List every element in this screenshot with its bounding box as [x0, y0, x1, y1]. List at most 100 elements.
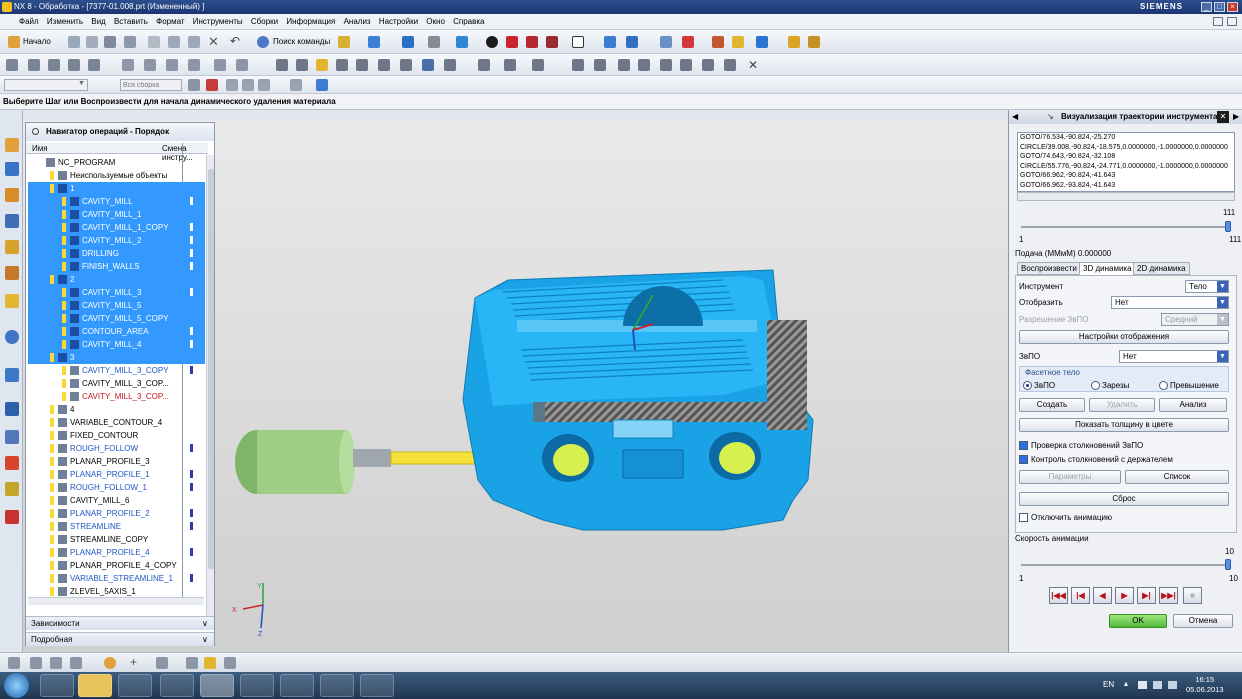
tray-arrow-icon[interactable]: ▴ [1124, 679, 1128, 688]
cls-listing[interactable]: GOTO/76.534,-90.824,-25.270 CIRCLE/39.008… [1017, 132, 1235, 192]
menu-item-window[interactable]: Окно [423, 14, 448, 30]
sheet-icon[interactable] [660, 36, 672, 48]
render-style-icon[interactable] [428, 36, 440, 48]
point-icon[interactable]: + [130, 655, 137, 669]
cls-line[interactable]: GOTO/66.962,-90.824,-41.643 [1020, 171, 1234, 181]
roles-icon[interactable] [5, 430, 19, 444]
create-geometry-icon[interactable] [48, 59, 60, 71]
feature-process-icon[interactable] [638, 59, 650, 71]
cls-line[interactable]: GOTO/66.962,-93.824,-41.643 [1020, 181, 1234, 191]
show-hide-icon[interactable] [756, 36, 768, 48]
snap-mid-icon[interactable] [242, 79, 254, 91]
navigator-row[interactable]: CAVITY_MILL_1 [28, 208, 205, 221]
wcs-icon[interactable] [626, 36, 638, 48]
clip-icon[interactable] [546, 36, 558, 48]
chevron-down-icon[interactable]: ∨ [202, 633, 208, 647]
tray-flag-icon[interactable] [1138, 681, 1147, 689]
assembly-filter-input[interactable] [120, 79, 182, 91]
background-icon[interactable] [572, 36, 584, 48]
taskbar-explorer-icon[interactable] [78, 674, 112, 697]
navigator-row[interactable]: VARIABLE_CONTOUR_4 [28, 416, 205, 429]
taskbar-media-icon[interactable] [118, 674, 152, 697]
red-cube-icon[interactable] [506, 36, 518, 48]
navigator-row[interactable]: Неиспользуемые объекты [28, 169, 205, 182]
navigator-row[interactable]: NC_PROGRAM [28, 156, 205, 169]
menu-item-help[interactable]: Справка [450, 14, 487, 30]
tool-select[interactable]: Тело ▼ [1185, 280, 1229, 293]
csys-icon[interactable] [186, 657, 198, 669]
taskbar-nx-icon[interactable] [200, 674, 234, 697]
fast-forward-icon[interactable]: ▶▶| [1159, 587, 1178, 604]
snap-view-icon[interactable] [338, 36, 350, 48]
post-process-icon[interactable] [336, 59, 348, 71]
language-indicator[interactable]: EN [1103, 680, 1114, 689]
filter-reset-icon[interactable] [188, 79, 200, 91]
chevron-down-icon[interactable]: ▼ [1217, 281, 1228, 292]
taskbar-ie-icon[interactable] [40, 674, 74, 697]
history-icon[interactable] [5, 368, 19, 382]
pin-icon[interactable] [32, 128, 39, 135]
shaded-icon[interactable] [456, 36, 468, 48]
extrude-icon[interactable] [204, 657, 216, 669]
navigator-row[interactable]: PLANAR_PROFILE_3 [28, 455, 205, 468]
select-icon[interactable] [368, 36, 380, 48]
machine-tool-icon[interactable] [144, 59, 156, 71]
operation-navigator-icon[interactable] [5, 162, 19, 176]
forward-arrow-icon[interactable]: ▶ [1233, 110, 1239, 124]
hd3d-tools-icon[interactable] [5, 266, 19, 280]
play-backward-icon[interactable]: ◀ [1093, 587, 1112, 604]
navigator-row[interactable]: CAVITY_MILL_3_COP... [28, 377, 205, 390]
start-icon[interactable] [8, 36, 20, 48]
cancel-button[interactable]: Отмена [1173, 614, 1233, 628]
menu-item-information[interactable]: Информация [283, 14, 338, 30]
chevron-down-icon[interactable]: ▼ [1217, 297, 1228, 308]
navigator-row[interactable]: ROUGH_FOLLOW [28, 442, 205, 455]
copy-icon[interactable] [168, 36, 180, 48]
verify-path-icon[interactable] [276, 59, 288, 71]
maximize-icon[interactable]: □ [1214, 2, 1225, 12]
navigator-row[interactable]: PLANAR_PROFILE_2 [28, 507, 205, 520]
system-scenes-icon[interactable] [5, 456, 19, 470]
create-method-icon[interactable] [68, 59, 80, 71]
navigator-row[interactable]: DRILLING [28, 247, 205, 260]
create-program-icon[interactable] [6, 59, 18, 71]
paste-icon[interactable] [188, 36, 200, 48]
geometry-view-icon[interactable] [166, 59, 178, 71]
navigator-row[interactable]: CAVITY_MILL_1_COPY [28, 221, 205, 234]
navigator-row[interactable]: CAVITY_MILL_2 [28, 234, 205, 247]
navigator-row[interactable]: CONTOUR_AREA [28, 325, 205, 338]
step-back-icon[interactable]: |◀ [1071, 587, 1090, 604]
menu-item-view[interactable]: Вид [88, 14, 108, 30]
cls-line[interactable]: CIRCLE/39.008,-90.824,-18.575,0.0000000,… [1020, 143, 1234, 153]
hole-icon[interactable] [50, 657, 62, 669]
navigator-row[interactable]: 3 [28, 351, 205, 364]
assembly-icon[interactable] [30, 657, 42, 669]
cls-line[interactable]: GOTO/76.534,-90.824,-25.270 [1020, 133, 1234, 143]
navigator-row[interactable]: STREAMLINE [28, 520, 205, 533]
edit-ipw-icon[interactable] [422, 59, 434, 71]
transform-icon[interactable] [478, 59, 490, 71]
start-orb-icon[interactable] [4, 673, 29, 698]
object-icon[interactable] [444, 59, 456, 71]
type-filter-dropdown[interactable] [4, 79, 88, 91]
navigator-row[interactable]: 2 [28, 273, 205, 286]
show-thickness-button[interactable]: Показать толщину в цвете [1019, 418, 1229, 432]
tab-3d-dynamic[interactable]: 3D динамика [1079, 262, 1136, 275]
radio-excess[interactable] [1159, 381, 1168, 390]
restore-doc-icon[interactable] [1213, 17, 1223, 26]
create-tool-icon[interactable] [28, 59, 40, 71]
navigator-row[interactable]: CAVITY_MILL_4 [28, 338, 205, 351]
snap-center-icon[interactable] [290, 79, 302, 91]
progress-track[interactable] [1021, 226, 1231, 228]
navigator-row[interactable]: 1 [28, 182, 205, 195]
save-as-icon[interactable] [124, 36, 136, 48]
layer-icon[interactable] [732, 36, 744, 48]
feature-rule-icon[interactable] [660, 59, 672, 71]
column-name[interactable]: Имя [32, 144, 48, 153]
rewind-to-start-icon[interactable]: |◀◀ [1049, 587, 1068, 604]
panel-dependencies[interactable]: Зависимости ∨ [26, 616, 214, 630]
generate-path-icon[interactable] [214, 59, 226, 71]
display-select[interactable]: Нет ▼ [1111, 296, 1229, 309]
datum-icon[interactable] [682, 36, 694, 48]
ipw-select[interactable]: Нет ▼ [1119, 350, 1229, 363]
